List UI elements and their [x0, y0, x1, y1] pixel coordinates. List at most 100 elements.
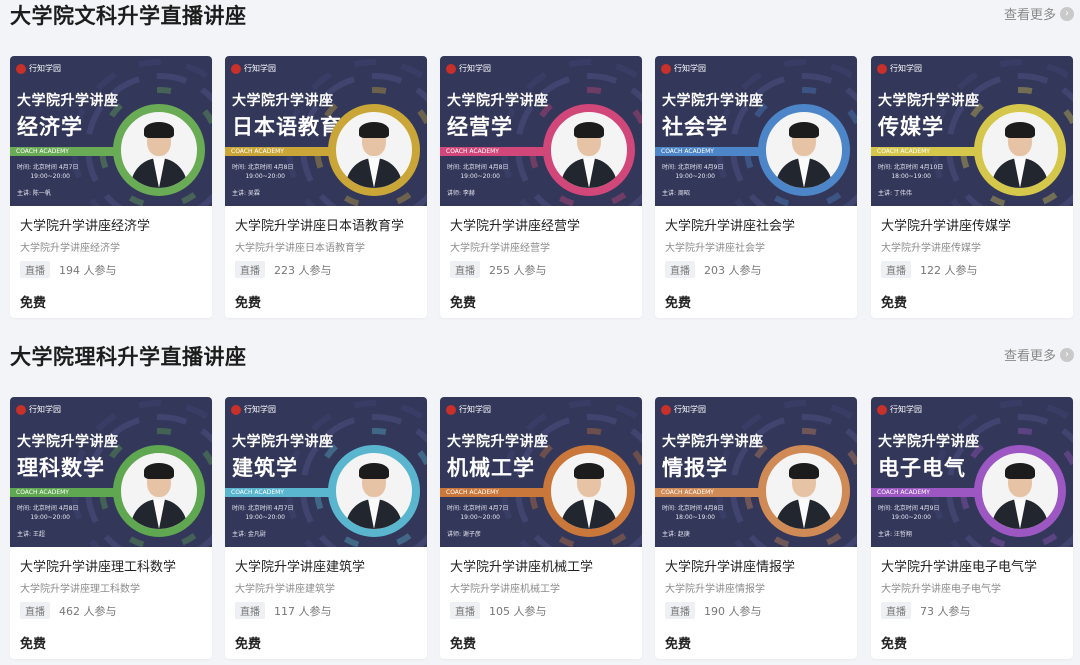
- course-card[interactable]: 行知学园 大学院升学讲座 电子电气 COACH ACADEMY 时间: 北京时间…: [871, 397, 1073, 659]
- course-card[interactable]: 行知学园 大学院升学讲座 建筑学 COACH ACADEMY 时间: 北京时间 …: [225, 397, 427, 659]
- course-price: 免费: [450, 637, 477, 652]
- course-title[interactable]: 大学院升学讲座情报学: [665, 556, 847, 575]
- section-title: 大学院文科升学直播讲座: [10, 4, 247, 28]
- course-title[interactable]: 大学院升学讲座传媒学: [881, 215, 1063, 234]
- course-cover-image: 行知学园 大学院升学讲座 经营学 COACH ACADEMY 时间: 北京时间 …: [440, 56, 642, 206]
- logo-text: 行知学园: [459, 405, 491, 414]
- course-card[interactable]: 行知学园 大学院升学讲座 情报学 COACH ACADEMY 时间: 北京时间 …: [655, 397, 857, 659]
- cover-bar-text: COACH ACADEMY: [16, 489, 69, 496]
- speaker-avatar: [543, 104, 635, 196]
- brand-logo: 行知学园: [16, 404, 61, 415]
- course-meta: 直播 190 人参与: [665, 602, 847, 619]
- chevron-right-icon: ›: [1060, 6, 1074, 21]
- live-badge: 直播: [665, 602, 695, 619]
- live-badge: 直播: [450, 261, 480, 278]
- brand-logo: 行知学园: [877, 63, 922, 74]
- cover-host: 讲师: 谢子彦: [447, 531, 481, 538]
- course-cover-image: 行知学园 大学院升学讲座 经济学 COACH ACADEMY 时间: 北京时间 …: [10, 56, 212, 206]
- cover-subject: 传媒学: [878, 115, 944, 139]
- cover-subject: 情报学: [662, 456, 728, 480]
- speaker-avatar: [113, 104, 205, 196]
- course-title[interactable]: 大学院升学讲座理工科数学: [20, 556, 202, 575]
- live-badge: 直播: [235, 602, 265, 619]
- cover-bar-text: COACH ACADEMY: [446, 148, 499, 155]
- course-card[interactable]: 行知学园 大学院升学讲座 日本语教育 COACH ACADEMY 时间: 北京时…: [225, 56, 427, 318]
- course-price: 免费: [881, 296, 908, 311]
- course-card[interactable]: 行知学园 大学院升学讲座 传媒学 COACH ACADEMY 时间: 北京时间 …: [871, 56, 1073, 318]
- speaker-avatar: [974, 104, 1066, 196]
- course-card[interactable]: 行知学园 大学院升学讲座 经营学 COACH ACADEMY 时间: 北京时间 …: [440, 56, 642, 318]
- speaker-hair: [144, 122, 174, 138]
- participant-count: 203 人参与: [704, 263, 762, 277]
- logo-text: 行知学园: [244, 64, 276, 73]
- course-title[interactable]: 大学院升学讲座社会学: [665, 215, 847, 234]
- course-subtitle: 大学院升学讲座理工科数学: [20, 584, 140, 595]
- cover-host: 主讲: 金凡尉: [232, 531, 266, 538]
- course-title[interactable]: 大学院升学讲座建筑学: [235, 556, 417, 575]
- participant-count: 462 人参与: [59, 604, 117, 618]
- course-title[interactable]: 大学院升学讲座经济学: [20, 215, 202, 234]
- course-meta: 直播 194 人参与: [20, 261, 202, 278]
- view-more-label: 查看更多: [1003, 8, 1056, 23]
- course-meta: 直播 105 人参与: [450, 602, 632, 619]
- course-card[interactable]: 行知学园 大学院升学讲座 机械工学 COACH ACADEMY 时间: 北京时间…: [440, 397, 642, 659]
- speaker-avatar: [113, 445, 205, 537]
- course-card[interactable]: 行知学园 大学院升学讲座 经济学 COACH ACADEMY 时间: 北京时间 …: [10, 56, 212, 318]
- course-title[interactable]: 大学院升学讲座电子电气学: [881, 556, 1063, 575]
- cover-heading: 大学院升学讲座: [232, 93, 334, 109]
- course-card[interactable]: 行知学园 大学院升学讲座 社会学 COACH ACADEMY 时间: 北京时间 …: [655, 56, 857, 318]
- course-cover-image: 行知学园 大学院升学讲座 社会学 COACH ACADEMY 时间: 北京时间 …: [655, 56, 857, 206]
- cover-heading: 大学院升学讲座: [662, 93, 764, 109]
- speaker-hair: [359, 122, 389, 138]
- view-more-link[interactable]: 查看更多 ›: [1004, 4, 1074, 23]
- live-badge: 直播: [20, 261, 50, 278]
- course-cover-image: 行知学园 大学院升学讲座 机械工学 COACH ACADEMY 时间: 北京时间…: [440, 397, 642, 547]
- live-badge: 直播: [235, 261, 265, 278]
- brand-logo: 行知学园: [231, 404, 276, 415]
- course-title[interactable]: 大学院升学讲座机械工学: [450, 556, 632, 575]
- cover-host: 主讲: 吴霖: [232, 190, 260, 197]
- logo-mark-icon: [231, 404, 241, 415]
- cover-heading: 大学院升学讲座: [447, 434, 549, 450]
- cover-schedule: 时间: 北京时间 4月8日 19:00~20:00: [447, 164, 509, 180]
- cover-schedule: 时间: 北京时间 4月7日 19:00~20:00: [17, 164, 79, 180]
- cover-schedule: 时间: 北京时间 4月9日 19:00~20:00: [878, 505, 940, 521]
- course-price: 免费: [235, 637, 262, 652]
- cover-bar-text: COACH ACADEMY: [661, 489, 714, 496]
- logo-mark-icon: [16, 63, 26, 74]
- course-subtitle: 大学院升学讲座经济学: [20, 243, 120, 254]
- participant-count: 122 人参与: [920, 263, 978, 277]
- brand-logo: 行知学园: [661, 63, 706, 74]
- course-meta: 直播 462 人参与: [20, 602, 202, 619]
- brand-logo: 行知学园: [446, 404, 491, 415]
- logo-mark-icon: [446, 63, 456, 74]
- logo-text: 行知学园: [29, 405, 61, 414]
- speaker-hair: [144, 463, 174, 479]
- cover-subject: 日本语教育: [232, 115, 342, 139]
- participant-count: 223 人参与: [274, 263, 332, 277]
- course-title[interactable]: 大学院升学讲座日本语教育学: [235, 215, 417, 234]
- cover-bar-text: COACH ACADEMY: [231, 489, 284, 496]
- speaker-hair: [574, 463, 604, 479]
- cover-schedule: 时间: 北京时间 4月8日 19:00~20:00: [17, 505, 79, 521]
- logo-mark-icon: [446, 404, 456, 415]
- cover-subject: 机械工学: [447, 456, 535, 480]
- course-title[interactable]: 大学院升学讲座经营学: [450, 215, 632, 234]
- course-price: 免费: [20, 296, 47, 311]
- logo-text: 行知学园: [29, 64, 61, 73]
- participant-count: 73 人参与: [920, 604, 971, 618]
- view-more-link[interactable]: 查看更多 ›: [1004, 345, 1074, 364]
- brand-logo: 行知学园: [661, 404, 706, 415]
- brand-logo: 行知学园: [877, 404, 922, 415]
- live-badge: 直播: [20, 602, 50, 619]
- cover-subject: 理科数学: [17, 456, 105, 480]
- speaker-hair: [789, 122, 819, 138]
- course-cover-image: 行知学园 大学院升学讲座 建筑学 COACH ACADEMY 时间: 北京时间 …: [225, 397, 427, 547]
- cover-heading: 大学院升学讲座: [662, 434, 764, 450]
- course-card[interactable]: 行知学园 大学院升学讲座 理科数学 COACH ACADEMY 时间: 北京时间…: [10, 397, 212, 659]
- logo-mark-icon: [661, 63, 671, 74]
- course-subtitle: 大学院升学讲座日本语教育学: [235, 243, 365, 254]
- logo-mark-icon: [661, 404, 671, 415]
- cover-bar-text: COACH ACADEMY: [877, 148, 930, 155]
- cover-schedule: 时间: 北京时间 4月8日 18:00~19:00: [662, 505, 724, 521]
